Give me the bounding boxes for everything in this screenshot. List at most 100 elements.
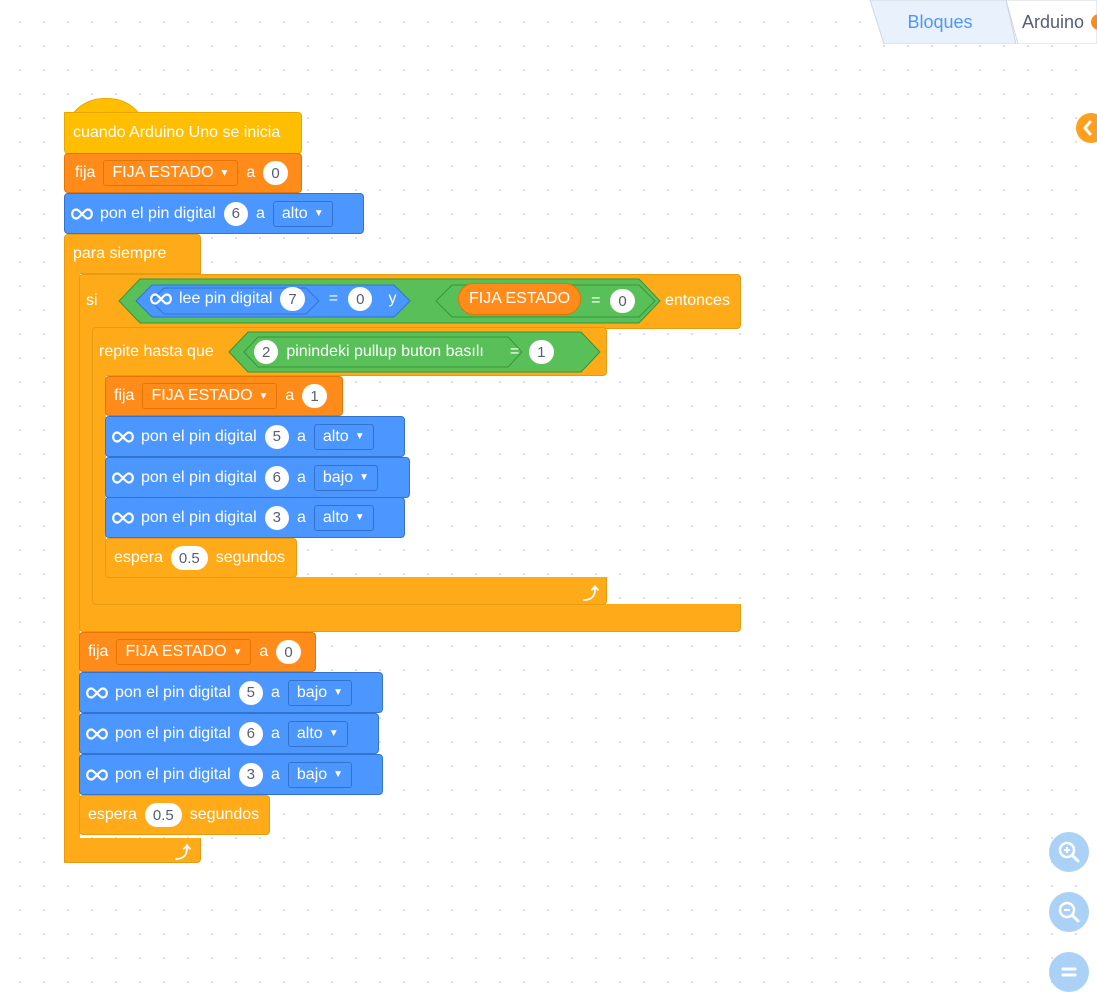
read-value-input[interactable]: 0 (348, 287, 373, 311)
hat-label: cuando Arduino Uno se inicia (73, 124, 281, 141)
to-label: a (259, 643, 269, 660)
wait-block[interactable]: espera 0.5 segundos (105, 538, 297, 578)
and-label: y (388, 290, 397, 307)
to-label: a (285, 387, 295, 404)
tab-bar: Bloques Arduino (866, 0, 1097, 44)
set-digital-pin-block[interactable]: pon el pin digital 5 a bajo ▼ (79, 672, 383, 713)
pin-number-input[interactable]: 3 (238, 762, 263, 787)
set-variable-block[interactable]: fija FIJA ESTADO ▼ a 1 (105, 376, 343, 416)
tab-bloques[interactable]: Bloques (886, 0, 994, 44)
equals-label: = (509, 343, 520, 360)
sensor-label: pinindeki pullup buton basılı (286, 343, 484, 360)
pin-state-value: bajo (322, 468, 354, 486)
wait-label: espera (88, 806, 137, 823)
pin-label: pon el pin digital (141, 468, 257, 486)
wait-block[interactable]: espera 0.5 segundos (79, 795, 270, 835)
variable-reporter[interactable]: FIJA ESTADO (458, 283, 582, 315)
to-label: a (270, 765, 280, 783)
value-input[interactable]: 0 (276, 640, 301, 664)
pin-number-input[interactable]: 5 (264, 424, 289, 449)
repeat-foot: ⤴ (92, 577, 607, 605)
pin-state-dropdown[interactable]: bajo ▼ (287, 761, 353, 788)
to-label: a (246, 164, 256, 181)
equals-label: = (328, 290, 339, 307)
pin-label: pon el pin digital (115, 724, 231, 742)
set-digital-pin-block[interactable]: pon el pin digital 6 a alto ▼ (79, 713, 379, 754)
if-foot (79, 604, 741, 632)
pin-state-dropdown[interactable]: bajo ▼ (313, 464, 379, 491)
variable-reporter-label: FIJA ESTADO (469, 290, 571, 307)
set-digital-pin-block[interactable]: pon el pin digital 6 a alto ▼ (64, 193, 364, 234)
variable-dropdown[interactable]: FIJA ESTADO ▼ (142, 383, 278, 409)
to-label: a (296, 468, 306, 486)
dropdown-caret-icon: ▼ (333, 769, 344, 780)
arduino-infinity-icon (86, 768, 108, 781)
wait-seconds-input[interactable]: 0.5 (170, 546, 208, 570)
collapse-panel-button[interactable] (1076, 113, 1097, 143)
zoom-out-button[interactable] (1049, 892, 1089, 932)
forever-foot: ⤴ (64, 838, 201, 863)
zoom-in-icon (1058, 841, 1080, 863)
pin-label: pon el pin digital (115, 683, 231, 701)
dropdown-caret-icon: ▼ (328, 728, 339, 739)
pin-state-value: alto (322, 508, 349, 526)
set-digital-pin-block[interactable]: pon el pin digital 6 a bajo ▼ (105, 457, 410, 498)
variable-dropdown[interactable]: FIJA ESTADO ▼ (116, 639, 252, 665)
zoom-reset-icon (1061, 967, 1077, 977)
variable-name: FIJA ESTADO (112, 164, 214, 181)
pin-number-input[interactable]: 5 (238, 680, 263, 705)
arduino-infinity-icon (86, 686, 108, 699)
pin-state-dropdown[interactable]: bajo ▼ (287, 679, 353, 706)
variable-value-input[interactable]: 0 (610, 289, 635, 313)
arduino-infinity-icon (86, 727, 108, 740)
repeat-condition-row: 2 pinindeki pullup buton basılı = 1 (250, 340, 558, 364)
set-variable-block[interactable]: fija FIJA ESTADO ▼ a 0 (64, 153, 302, 193)
sensor-pin-input[interactable]: 2 (254, 340, 279, 364)
arduino-infinity-icon (150, 293, 172, 305)
forever-arm (64, 266, 80, 863)
pin-state-dropdown[interactable]: alto ▼ (313, 423, 374, 450)
pin-label: pon el pin digital (100, 204, 216, 222)
script-stack[interactable]: cuando Arduino Uno se inicia fija FIJA E… (0, 0, 760, 880)
arduino-infinity-icon (71, 207, 93, 220)
read-pin-row: lee pin digital 7 = 0 y (148, 287, 400, 311)
arduino-infinity-icon (112, 471, 134, 484)
zoom-in-button[interactable] (1049, 832, 1089, 872)
dropdown-caret-icon: ▼ (219, 167, 230, 179)
set-digital-pin-block[interactable]: pon el pin digital 3 a alto ▼ (105, 497, 405, 538)
to-label: a (296, 508, 306, 526)
pin-number-input[interactable]: 3 (264, 505, 289, 530)
forever-block[interactable]: para siempre (64, 234, 201, 274)
to-label: a (270, 683, 280, 701)
value-input[interactable]: 1 (302, 384, 327, 408)
pin-state-value: alto (322, 427, 349, 445)
pin-number-input[interactable]: 6 (264, 465, 289, 490)
sensor-value-input[interactable]: 1 (529, 340, 554, 364)
dropdown-caret-icon: ▼ (354, 512, 365, 523)
pin-state-dropdown[interactable]: alto ▼ (287, 720, 348, 747)
pin-state-dropdown[interactable]: alto ▼ (272, 200, 333, 227)
repeat-until-label: repite hasta que (99, 343, 214, 360)
set-label: fija (88, 643, 109, 660)
tab-arduino[interactable]: Arduino (1016, 0, 1097, 44)
set-digital-pin-block[interactable]: pon el pin digital 3 a bajo ▼ (79, 754, 383, 795)
zoom-reset-button[interactable] (1049, 952, 1089, 992)
pin-state-dropdown[interactable]: alto ▼ (313, 504, 374, 531)
when-arduino-starts-block[interactable]: cuando Arduino Uno se inicia (64, 112, 302, 154)
read-pin-input[interactable]: 7 (280, 287, 305, 311)
forever-label: para siempre (73, 245, 167, 262)
pin-state-value: alto (281, 204, 308, 222)
variable-name: FIJA ESTADO (151, 387, 253, 404)
wait-seconds-input[interactable]: 0.5 (144, 803, 182, 827)
pin-state-value: alto (296, 724, 323, 742)
value-input[interactable]: 0 (263, 161, 288, 185)
pin-number-input[interactable]: 6 (223, 201, 248, 226)
if-label: si (86, 292, 98, 309)
variable-dropdown[interactable]: FIJA ESTADO ▼ (103, 160, 239, 186)
set-digital-pin-block[interactable]: pon el pin digital 5 a alto ▼ (105, 416, 405, 457)
loop-arrow-icon: ⤴ (175, 845, 192, 862)
pin-number-input[interactable]: 6 (238, 721, 263, 746)
variable-compare-row: FIJA ESTADO = 0 (458, 283, 639, 315)
set-variable-block[interactable]: fija FIJA ESTADO ▼ a 0 (79, 632, 316, 672)
pin-label: pon el pin digital (115, 765, 231, 783)
